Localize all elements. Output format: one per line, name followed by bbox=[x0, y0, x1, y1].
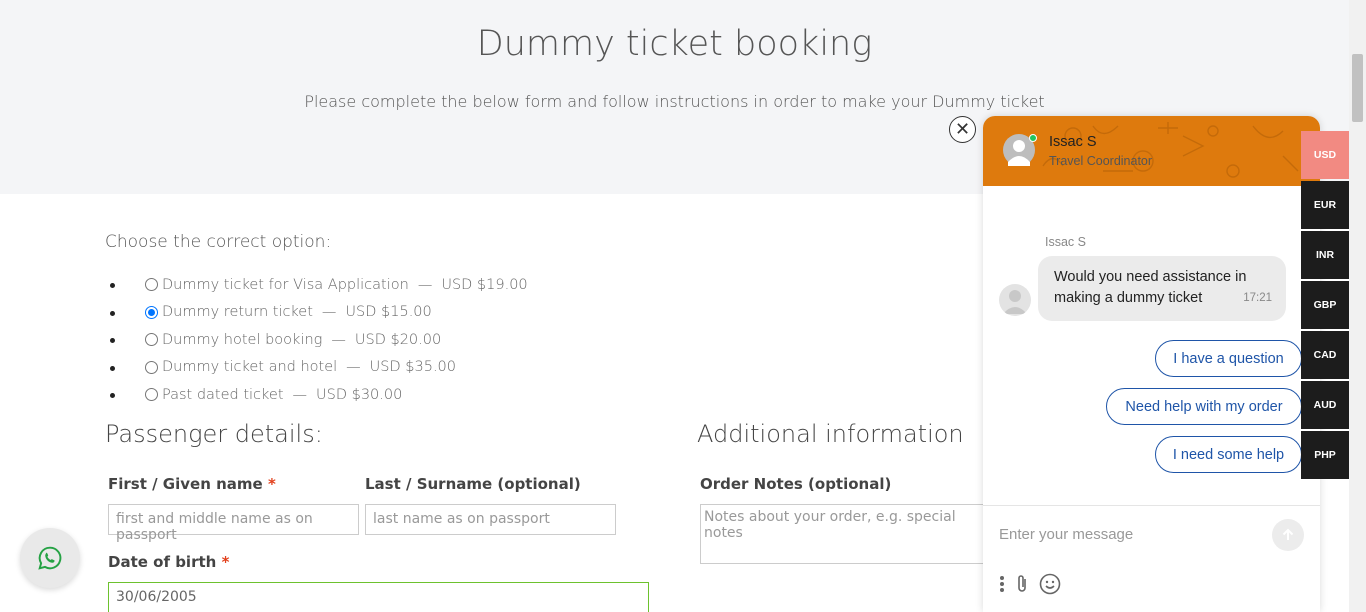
whatsapp-icon bbox=[38, 546, 62, 570]
ticket-options-list: Dummy ticket for Visa Application — USD $1… bbox=[110, 271, 528, 409]
option-radio[interactable] bbox=[145, 388, 158, 402]
chat-toolbar bbox=[999, 573, 1061, 595]
first-name-label: First / Given name * bbox=[108, 475, 276, 493]
option-separator: — bbox=[417, 276, 433, 293]
option-price: USD $15.00 bbox=[345, 304, 432, 321]
dob-input[interactable]: 30/06/2005 bbox=[108, 582, 649, 612]
dob-label: Date of birth * bbox=[108, 553, 229, 571]
send-button[interactable] bbox=[1272, 519, 1304, 551]
more-options-icon[interactable] bbox=[999, 575, 1005, 593]
message-text: Would you need assistance in making a du… bbox=[1054, 269, 1247, 306]
option-separator: — bbox=[346, 359, 361, 376]
agent-role: Travel Coordinator bbox=[1049, 154, 1153, 168]
currency-aud[interactable]: AUD bbox=[1301, 381, 1349, 429]
currency-switcher: USD EUR INR GBP CAD AUD PHP bbox=[1301, 131, 1349, 481]
order-notes-label: Order Notes (optional) bbox=[700, 475, 892, 493]
whatsapp-button[interactable] bbox=[20, 528, 80, 588]
page-subtitle: Please complete the below form and follo… bbox=[304, 92, 1045, 111]
additional-info-title: Additional information bbox=[697, 420, 964, 448]
option-price: USD $20.00 bbox=[354, 331, 442, 348]
option-separator: — bbox=[331, 331, 346, 348]
option-label: Past dated ticket bbox=[162, 386, 284, 403]
chat-widget: Issac S Travel Coordinator Issac S Would… bbox=[983, 116, 1320, 612]
option-separator: — bbox=[321, 304, 337, 321]
order-notes-textarea[interactable]: Notes about your order, e.g. special not… bbox=[700, 504, 1000, 564]
currency-cad[interactable]: CAD bbox=[1301, 331, 1349, 379]
page-title: Dummy ticket booking bbox=[476, 24, 873, 64]
currency-php[interactable]: PHP bbox=[1301, 431, 1349, 479]
first-name-label-text: First / Given name bbox=[108, 475, 263, 493]
currency-inr[interactable]: INR bbox=[1301, 231, 1349, 279]
option-item[interactable]: Dummy ticket for Visa Application — USD $1… bbox=[110, 271, 528, 299]
message-sender: Issac S bbox=[1045, 235, 1086, 249]
online-status-dot bbox=[1029, 134, 1037, 142]
option-item[interactable]: Past dated ticket — USD $30.00 bbox=[110, 381, 528, 409]
option-label: Dummy ticket for Visa Application bbox=[162, 276, 409, 293]
dob-label-text: Date of birth bbox=[108, 553, 217, 571]
option-item[interactable]: Dummy hotel booking — USD $20.00 bbox=[110, 326, 528, 354]
option-radio[interactable] bbox=[145, 305, 158, 319]
option-label: Dummy hotel booking bbox=[162, 331, 323, 348]
attachment-icon[interactable] bbox=[1015, 574, 1029, 594]
option-separator: — bbox=[292, 386, 308, 403]
option-radio[interactable] bbox=[145, 360, 158, 374]
arrow-up-icon bbox=[1282, 528, 1294, 540]
emoji-icon[interactable] bbox=[1039, 573, 1061, 595]
chat-header: Issac S Travel Coordinator bbox=[983, 116, 1320, 186]
quick-reply-need-help[interactable]: I need some help bbox=[1155, 436, 1302, 473]
close-icon: ✕ bbox=[954, 119, 971, 140]
chat-message-input[interactable]: Enter your message bbox=[999, 526, 1133, 543]
page-scrollbar[interactable] bbox=[1349, 0, 1366, 612]
message-bubble: Would you need assistance in making a du… bbox=[1038, 256, 1286, 321]
required-mark: * bbox=[221, 553, 230, 571]
option-price: USD $30.00 bbox=[316, 386, 403, 403]
last-name-input[interactable]: last name as on passport bbox=[365, 504, 616, 535]
option-item[interactable]: Dummy ticket and hotel — USD $35.00 bbox=[110, 354, 528, 382]
option-radio[interactable] bbox=[145, 333, 158, 347]
option-item[interactable]: Dummy return ticket — USD $15.00 bbox=[110, 299, 528, 327]
user-icon bbox=[1003, 290, 1027, 314]
message-time: 17:21 bbox=[1243, 292, 1272, 304]
required-mark: * bbox=[267, 475, 276, 493]
currency-eur[interactable]: EUR bbox=[1301, 181, 1349, 229]
option-price: USD $19.00 bbox=[441, 276, 528, 293]
choose-option-label: Choose the correct option: bbox=[105, 232, 332, 252]
last-name-label: Last / Surname (optional) bbox=[365, 475, 581, 493]
message-avatar bbox=[999, 284, 1031, 316]
currency-gbp[interactable]: GBP bbox=[1301, 281, 1349, 329]
chat-input-area: Enter your message bbox=[983, 505, 1320, 612]
option-label: Dummy return ticket bbox=[162, 304, 313, 321]
scrollbar-thumb[interactable] bbox=[1352, 54, 1363, 122]
option-price: USD $35.00 bbox=[369, 359, 456, 376]
first-name-input[interactable]: first and middle name as on passport bbox=[108, 504, 359, 543]
passenger-details-title: Passenger details: bbox=[105, 420, 323, 448]
option-radio[interactable] bbox=[145, 278, 158, 292]
option-label: Dummy ticket and hotel bbox=[162, 359, 338, 376]
agent-name: Issac S bbox=[1049, 134, 1097, 150]
chat-close-button[interactable]: ✕ bbox=[949, 116, 976, 143]
quick-reply-question[interactable]: I have a question bbox=[1155, 340, 1302, 377]
quick-reply-order-help[interactable]: Need help with my order bbox=[1106, 388, 1302, 425]
currency-usd[interactable]: USD bbox=[1301, 131, 1349, 179]
